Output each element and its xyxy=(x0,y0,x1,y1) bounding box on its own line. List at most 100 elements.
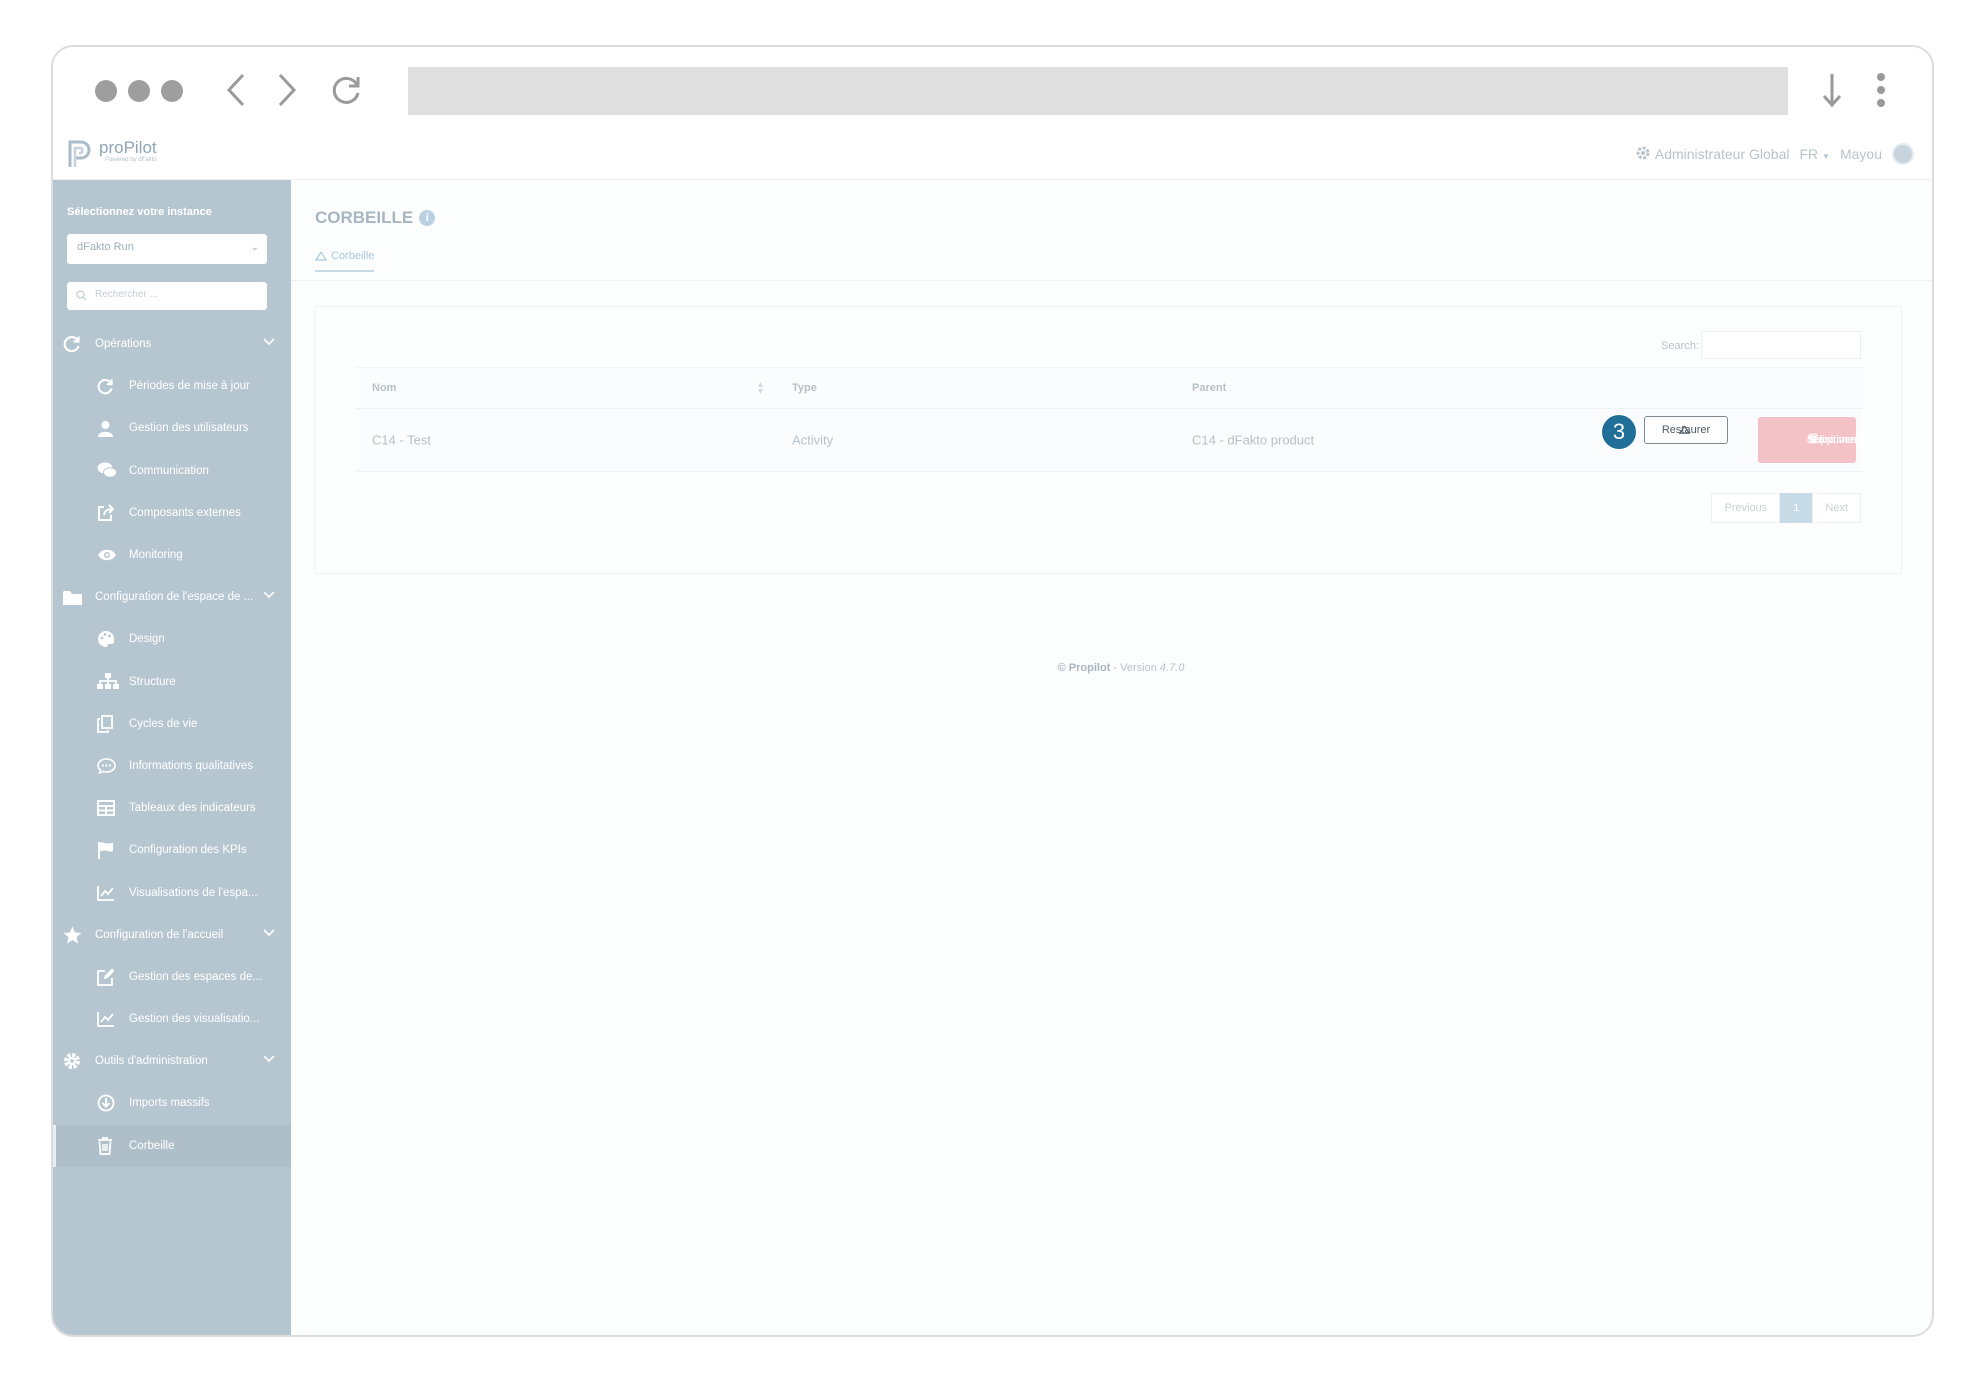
sidebar-section-outils[interactable]: Outils d'administration xyxy=(53,1040,291,1082)
download-arrow-icon[interactable] xyxy=(1812,65,1852,115)
chevron-down-icon xyxy=(263,590,275,602)
line-chart-icon xyxy=(97,1011,115,1027)
restore-button[interactable]: Restaurer xyxy=(1644,416,1728,444)
refresh-icon xyxy=(63,335,81,353)
logo-subtitle: Powered by dFakto xyxy=(104,157,157,163)
sidebar-label: Informations qualitatives xyxy=(129,759,254,772)
pager-page-1[interactable]: 1 xyxy=(1780,493,1813,523)
sidebar-label: Gestion des visualisatio... xyxy=(129,1013,260,1026)
user-name[interactable]: Mayou xyxy=(1840,146,1882,162)
window-close-dot[interactable] xyxy=(95,80,117,102)
sidebar-item-composants[interactable]: Composants externes xyxy=(53,492,291,534)
delete-permanently-button[interactable]: 🗑 Supprimer définitivement xyxy=(1758,417,1875,463)
user-icon xyxy=(97,420,114,437)
kebab-menu-icon[interactable] xyxy=(1861,65,1901,115)
app-header: proPilot Powered by dFakto Administrateu… xyxy=(53,131,1932,180)
sidebar-label: Périodes de mise à jour xyxy=(129,380,250,393)
chevron-down-icon xyxy=(263,1054,275,1066)
sidebar-section-operations[interactable]: Opérations xyxy=(53,323,291,365)
sidebar-item-structure[interactable]: Structure xyxy=(53,661,291,703)
admin-gear-icon[interactable] xyxy=(1635,145,1651,164)
table-icon xyxy=(97,800,115,817)
sidebar-item-corbeille[interactable]: Corbeille xyxy=(53,1124,291,1167)
language-dropdown[interactable]: FR ▼ xyxy=(1799,146,1829,162)
table-header: Nom ▲ ▼ Type Parent xyxy=(356,367,1862,409)
language-label: FR xyxy=(1799,146,1819,162)
avatar[interactable] xyxy=(1892,143,1914,165)
restore-label: Restaurer xyxy=(1661,424,1711,436)
sort-icon[interactable]: ▲ ▼ xyxy=(756,380,765,396)
sidebar-item-imports[interactable]: Imports massifs xyxy=(53,1082,291,1124)
star-icon xyxy=(63,926,82,944)
forward-arrow-icon[interactable] xyxy=(267,65,307,115)
page-title-text: CORBEILLE xyxy=(315,208,414,227)
propilot-logo-icon xyxy=(67,139,93,169)
sidebar-label: Imports massifs xyxy=(129,1097,210,1110)
window-minimize-dot[interactable] xyxy=(128,80,150,102)
address-bar[interactable] xyxy=(408,67,1788,115)
chevron-down-icon xyxy=(263,928,275,940)
sidebar-item-gestion-espaces[interactable]: Gestion des espaces de... xyxy=(53,956,291,998)
search-label: Search: xyxy=(1661,340,1699,352)
chat-icon xyxy=(97,462,117,479)
recycle-icon xyxy=(315,251,327,262)
sidebar-label: Cycles de vie xyxy=(129,717,198,730)
sidebar-search-placeholder: Rechercher ... xyxy=(95,289,158,300)
pagination: Previous 1 Next xyxy=(1711,493,1861,523)
sidebar-item-utilisateurs[interactable]: Gestion des utilisateurs xyxy=(53,407,291,449)
info-icon[interactable]: i xyxy=(419,210,436,226)
role-link[interactable]: Administrateur Global xyxy=(1655,146,1790,162)
table-search-input[interactable] xyxy=(1701,331,1861,359)
sidebar-label: Composants externes xyxy=(129,506,241,519)
sidebar-section-configuration-accueil[interactable]: Configuration de l'accueil xyxy=(53,914,291,956)
sidebar-label: Structure xyxy=(129,675,176,688)
propilot-logo[interactable]: proPilot Powered by dFakto xyxy=(67,139,157,169)
window-maximize-dot[interactable] xyxy=(161,80,183,102)
download-circle-icon xyxy=(97,1094,115,1112)
sidebar-label: Tableaux des indicateurs xyxy=(129,802,256,815)
chevron-down-icon xyxy=(263,337,275,349)
footer-separator: - Version xyxy=(1110,662,1160,674)
chevron-down-icon: ⌄ xyxy=(250,242,259,253)
sidebar-item-kpis[interactable]: Configuration des KPIs xyxy=(53,829,291,871)
sidebar-label: Corbeille xyxy=(129,1139,175,1152)
sidebar-item-tableaux[interactable]: Tableaux des indicateurs xyxy=(53,787,291,829)
sidebar-search-input[interactable]: Rechercher ... xyxy=(67,282,267,310)
sidebar-item-cycles[interactable]: Cycles de vie xyxy=(53,703,291,745)
reload-icon[interactable] xyxy=(326,65,366,115)
comment-dots-icon xyxy=(97,758,116,774)
logo-name: proPilot xyxy=(99,138,157,157)
edit-icon xyxy=(97,968,115,986)
tab-corbeille[interactable]: Corbeille xyxy=(315,250,375,272)
sidebar-item-communication[interactable]: Communication xyxy=(53,450,291,492)
copy-icon xyxy=(97,714,113,733)
sidebar-item-design[interactable]: Design xyxy=(53,618,291,660)
sidebar-label: Outils d'administration xyxy=(95,1055,208,1068)
trash-panel: Search: Nom ▲ ▼ Type Parent C14 - Test Ac… xyxy=(315,306,1902,574)
main-content: CORBEILLE i Corbeille Search: Nom ▲ ▼ Typ… xyxy=(291,180,1932,1335)
sidebar-label: Gestion des utilisateurs xyxy=(129,422,249,435)
sidebar-label: Design xyxy=(129,633,165,646)
sidebar-label: Configuration des KPIs xyxy=(129,844,247,857)
footer: © Propilot - Version 4.7.0 xyxy=(291,662,1932,674)
cell-type: Activity xyxy=(792,432,834,448)
sidebar-item-periodes[interactable]: Périodes de mise à jour xyxy=(53,365,291,407)
sidebar-item-monitoring[interactable]: Monitoring xyxy=(53,534,291,576)
palette-icon xyxy=(97,630,115,648)
line-chart-icon xyxy=(97,885,115,901)
column-header-nom[interactable]: Nom xyxy=(372,382,396,394)
sidebar-item-visualisations[interactable]: Visualisations de l'espa... xyxy=(53,871,291,913)
refresh-icon xyxy=(97,378,114,395)
sidebar-item-gestion-visualisations[interactable]: Gestion des visualisatio... xyxy=(53,998,291,1040)
sidebar-label: Configuration de l'espace de ... xyxy=(95,591,254,604)
folder-icon xyxy=(63,590,82,605)
trash-icon xyxy=(97,1136,113,1155)
pager-next[interactable]: Next xyxy=(1812,493,1861,523)
pager-previous[interactable]: Previous xyxy=(1711,493,1781,523)
column-header-type[interactable]: Type xyxy=(792,382,817,394)
instance-select[interactable]: dFakto Run ⌄ xyxy=(67,234,267,264)
sidebar-item-informations[interactable]: Informations qualitatives xyxy=(53,745,291,787)
sidebar-section-configuration-espace[interactable]: Configuration de l'espace de ... xyxy=(53,576,291,618)
column-header-parent[interactable]: Parent xyxy=(1192,382,1226,394)
back-arrow-icon[interactable] xyxy=(216,65,256,115)
